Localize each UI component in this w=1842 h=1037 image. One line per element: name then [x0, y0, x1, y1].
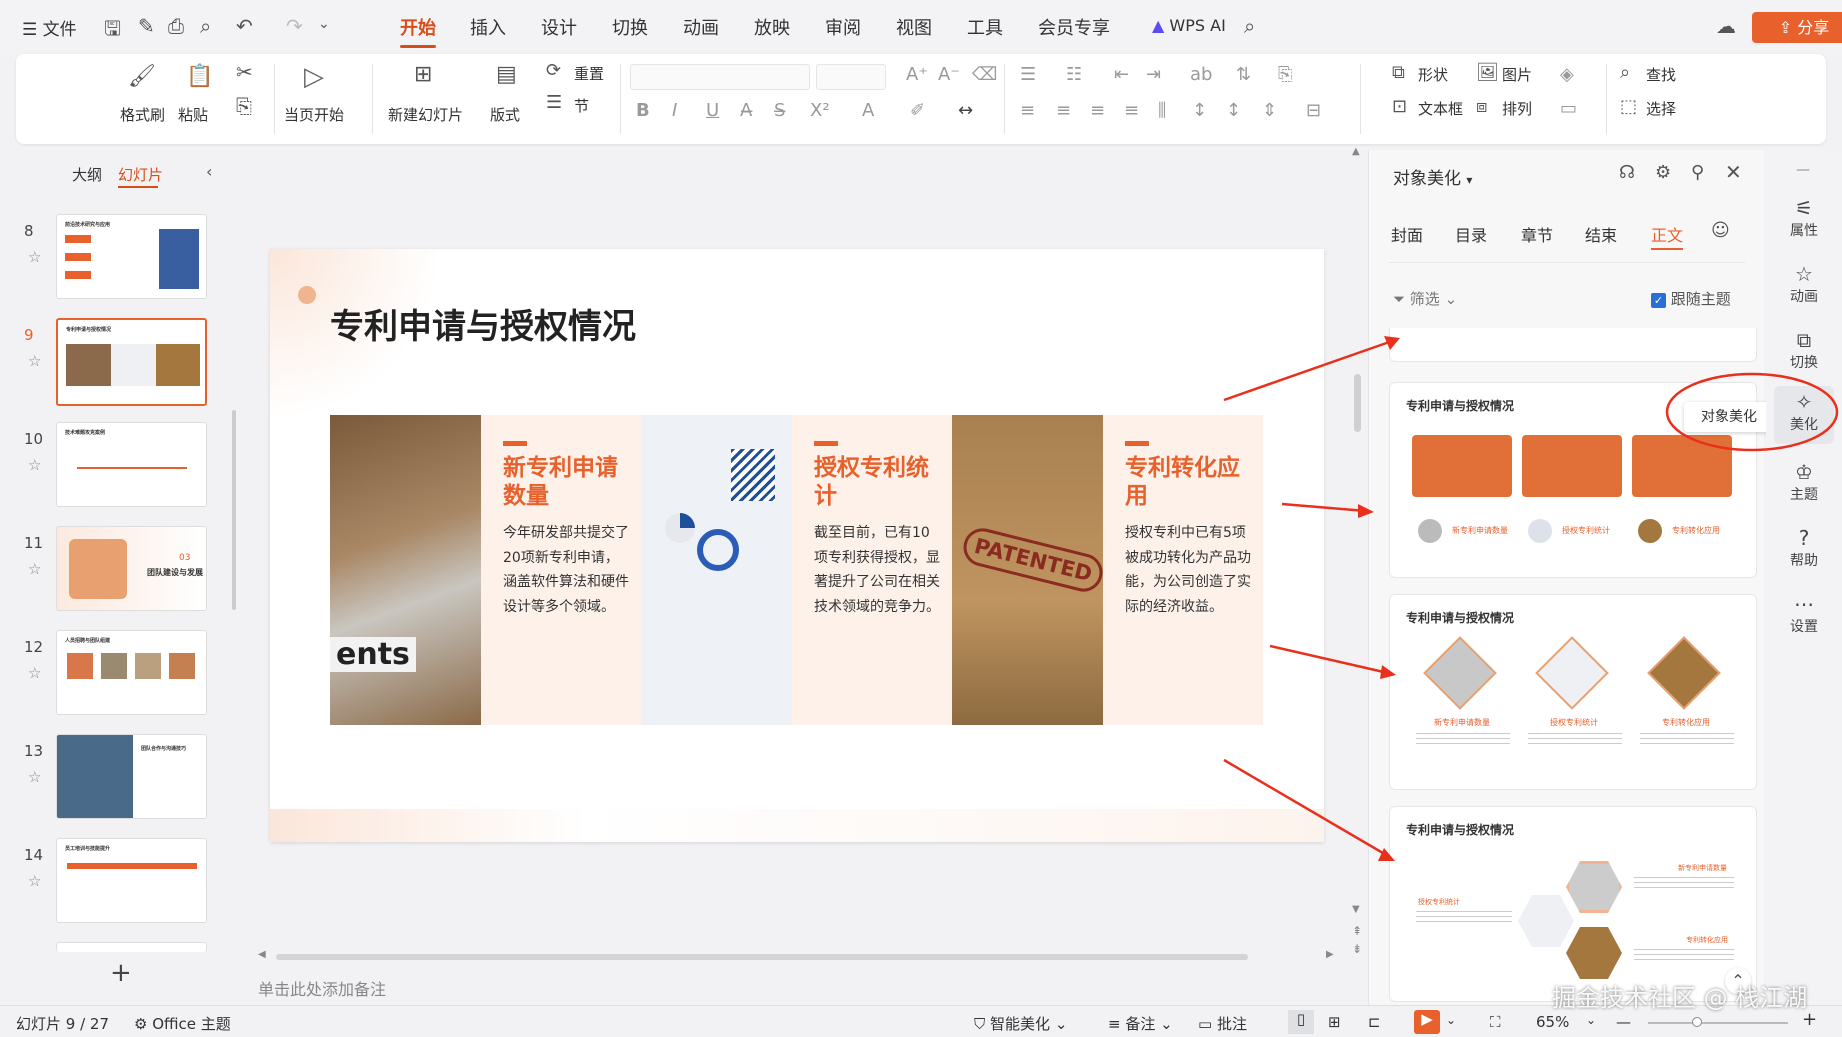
- smart-beautify-button[interactable]: ⛉ 智能美化 ⌄: [974, 1013, 1067, 1034]
- red-arrow: [1281, 502, 1367, 513]
- annotation-arrows: [1223, 336, 1400, 861]
- chevron-down-icon[interactable]: ⌄: [1586, 1013, 1596, 1027]
- zoom-out-icon[interactable]: —: [1616, 1013, 1631, 1031]
- arrowhead: [1358, 504, 1374, 518]
- zoom-slider[interactable]: [1648, 1017, 1788, 1027]
- red-highlight-circle: [1665, 372, 1839, 452]
- notes-label: 备注: [1125, 1015, 1156, 1033]
- red-arrow: [1269, 644, 1389, 675]
- smart-icon: ⛉: [974, 1015, 986, 1033]
- arrowhead: [1378, 848, 1395, 861]
- notes-icon: ≡: [1108, 1015, 1121, 1033]
- comments-button[interactable]: ▭ 批注: [1198, 1013, 1247, 1034]
- slide-counter: 幻灯片 9 / 27: [16, 1015, 109, 1033]
- zoom-level[interactable]: 65%: [1536, 1013, 1569, 1031]
- theme-label: Office 主题: [152, 1015, 231, 1033]
- red-arrow: [1223, 758, 1389, 858]
- zoom-slider-thumb[interactable]: [1692, 1017, 1702, 1027]
- grid-view-icon[interactable]: ⊞: [1328, 1013, 1341, 1031]
- play-slideshow-icon[interactable]: ▶: [1414, 1010, 1440, 1034]
- normal-view-icon[interactable]: ▯: [1288, 1010, 1314, 1034]
- arrowhead: [1380, 665, 1396, 679]
- notes-button[interactable]: ≡ 备注 ⌄: [1108, 1013, 1173, 1034]
- watermark: 掘金技术社区 @ 栈江湖: [1552, 984, 1808, 1012]
- theme-icon: ⚙: [134, 1015, 148, 1033]
- smart-label: 智能美化: [990, 1015, 1051, 1033]
- red-arrow: [1223, 338, 1396, 402]
- annotation-overlay: [1223, 336, 1839, 861]
- comments-label: 批注: [1216, 1015, 1247, 1033]
- chevron-down-icon[interactable]: ⌄: [1446, 1013, 1456, 1027]
- fit-window-icon[interactable]: ⛶: [1490, 1013, 1501, 1031]
- theme-button[interactable]: ⚙ Office 主题: [134, 1013, 231, 1034]
- reading-view-icon[interactable]: ⊏: [1368, 1013, 1381, 1031]
- comment-icon: ▭: [1198, 1015, 1213, 1033]
